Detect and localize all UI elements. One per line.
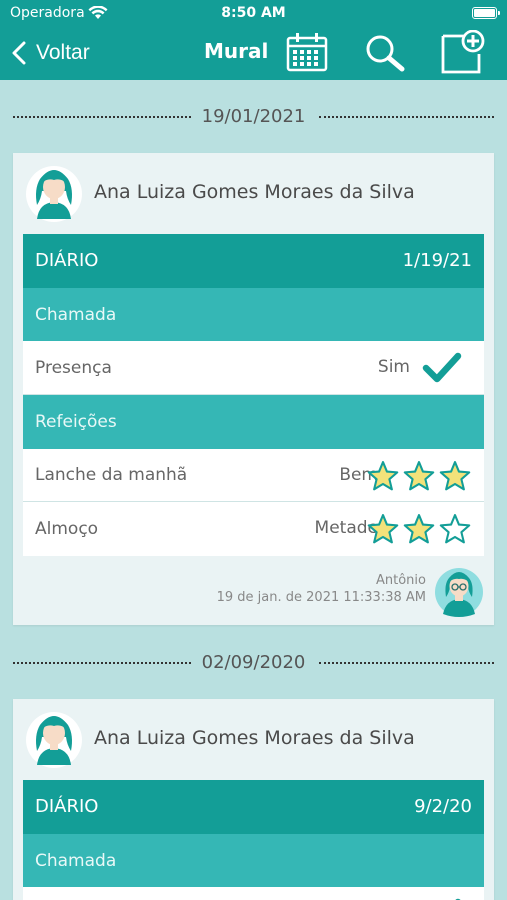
student-name: Ana Luiza Gomes Moraes da Silva <box>94 727 415 749</box>
checkmark-icon <box>422 353 462 383</box>
status-time: 8:50 AM <box>221 5 286 21</box>
page-title: Mural <box>204 39 269 63</box>
meal-row: Lanche da manhã Bem <box>23 448 484 503</box>
presence-label: Presença <box>35 357 112 378</box>
student-name: Ana Luiza Gomes Moraes da Silva <box>94 181 415 203</box>
section-chamada: Chamada <box>23 287 484 342</box>
diary-table: DIÁRIO 9/2/20 Chamada <box>23 780 484 900</box>
teacher-avatar-icon <box>435 568 483 617</box>
presence-row: Presença Sim <box>23 341 484 396</box>
meal-row: Almoço Metade <box>23 502 484 557</box>
card-header: Ana Luiza Gomes Moraes da Silva <box>13 699 494 779</box>
star-filled-icon <box>403 460 435 491</box>
section-title: Chamada <box>35 850 117 871</box>
meal-label: Lanche da manhã <box>35 465 188 486</box>
star-filled-icon <box>439 460 471 491</box>
section-refeicoes: Refeições <box>23 395 484 449</box>
diary-table: DIÁRIO 1/19/21 Chamada Presença Sim Refe… <box>23 234 484 557</box>
date-separator: 02/09/2020 <box>13 652 494 673</box>
star-filled-icon <box>403 514 435 544</box>
star-filled-icon <box>367 514 399 544</box>
author-info: Antônio 19 de jan. de 2021 11:33:38 AM <box>217 573 426 605</box>
star-filled-icon <box>367 460 399 491</box>
student-avatar-icon <box>26 712 82 768</box>
battery-icon <box>472 7 500 19</box>
diary-date: 9/2/20 <box>414 796 472 818</box>
section-chamada: Chamada <box>23 833 484 888</box>
presence-row <box>23 887 484 900</box>
rating-stars <box>366 513 472 545</box>
diary-card[interactable]: Ana Luiza Gomes Moraes da Silva DIÁRIO 9… <box>13 699 494 900</box>
post-date: 02/09/2020 <box>193 652 314 673</box>
rating-stars <box>366 460 472 492</box>
chevron-left-icon <box>12 41 26 65</box>
post-timestamp: 19 de jan. de 2021 11:33:38 AM <box>216 590 426 605</box>
feed[interactable]: 19/01/2021 Ana Luiza Gomes Moraes da Sil… <box>0 80 507 900</box>
date-separator: 19/01/2021 <box>13 106 494 127</box>
diary-title: DIÁRIO <box>35 250 99 272</box>
status-bar: Operadora 8:50 AM <box>0 0 507 26</box>
back-button[interactable]: Voltar <box>12 38 90 68</box>
search-icon[interactable] <box>364 34 406 72</box>
diary-title: DIÁRIO <box>35 796 99 818</box>
section-title: Chamada <box>35 304 117 325</box>
new-post-icon[interactable] <box>441 30 485 74</box>
student-avatar-icon <box>26 166 82 222</box>
presence-value: Sim <box>377 357 410 378</box>
author-name: Antônio <box>376 573 426 588</box>
post-date: 19/01/2021 <box>193 106 314 127</box>
diary-header-row: DIÁRIO 9/2/20 <box>23 780 484 834</box>
diary-header-row: DIÁRIO 1/19/21 <box>23 234 484 288</box>
diary-date: 1/19/21 <box>402 250 472 272</box>
card-header: Ana Luiza Gomes Moraes da Silva <box>13 153 494 233</box>
diary-card[interactable]: Ana Luiza Gomes Moraes da Silva DIÁRIO 1… <box>13 153 494 625</box>
calendar-icon[interactable] <box>286 32 328 72</box>
section-title: Refeições <box>35 411 117 432</box>
back-label: Voltar <box>36 41 90 64</box>
meal-label: Almoço <box>35 519 99 540</box>
navigation-bar: Voltar Mural <box>0 26 507 80</box>
star-empty-icon <box>439 514 471 544</box>
